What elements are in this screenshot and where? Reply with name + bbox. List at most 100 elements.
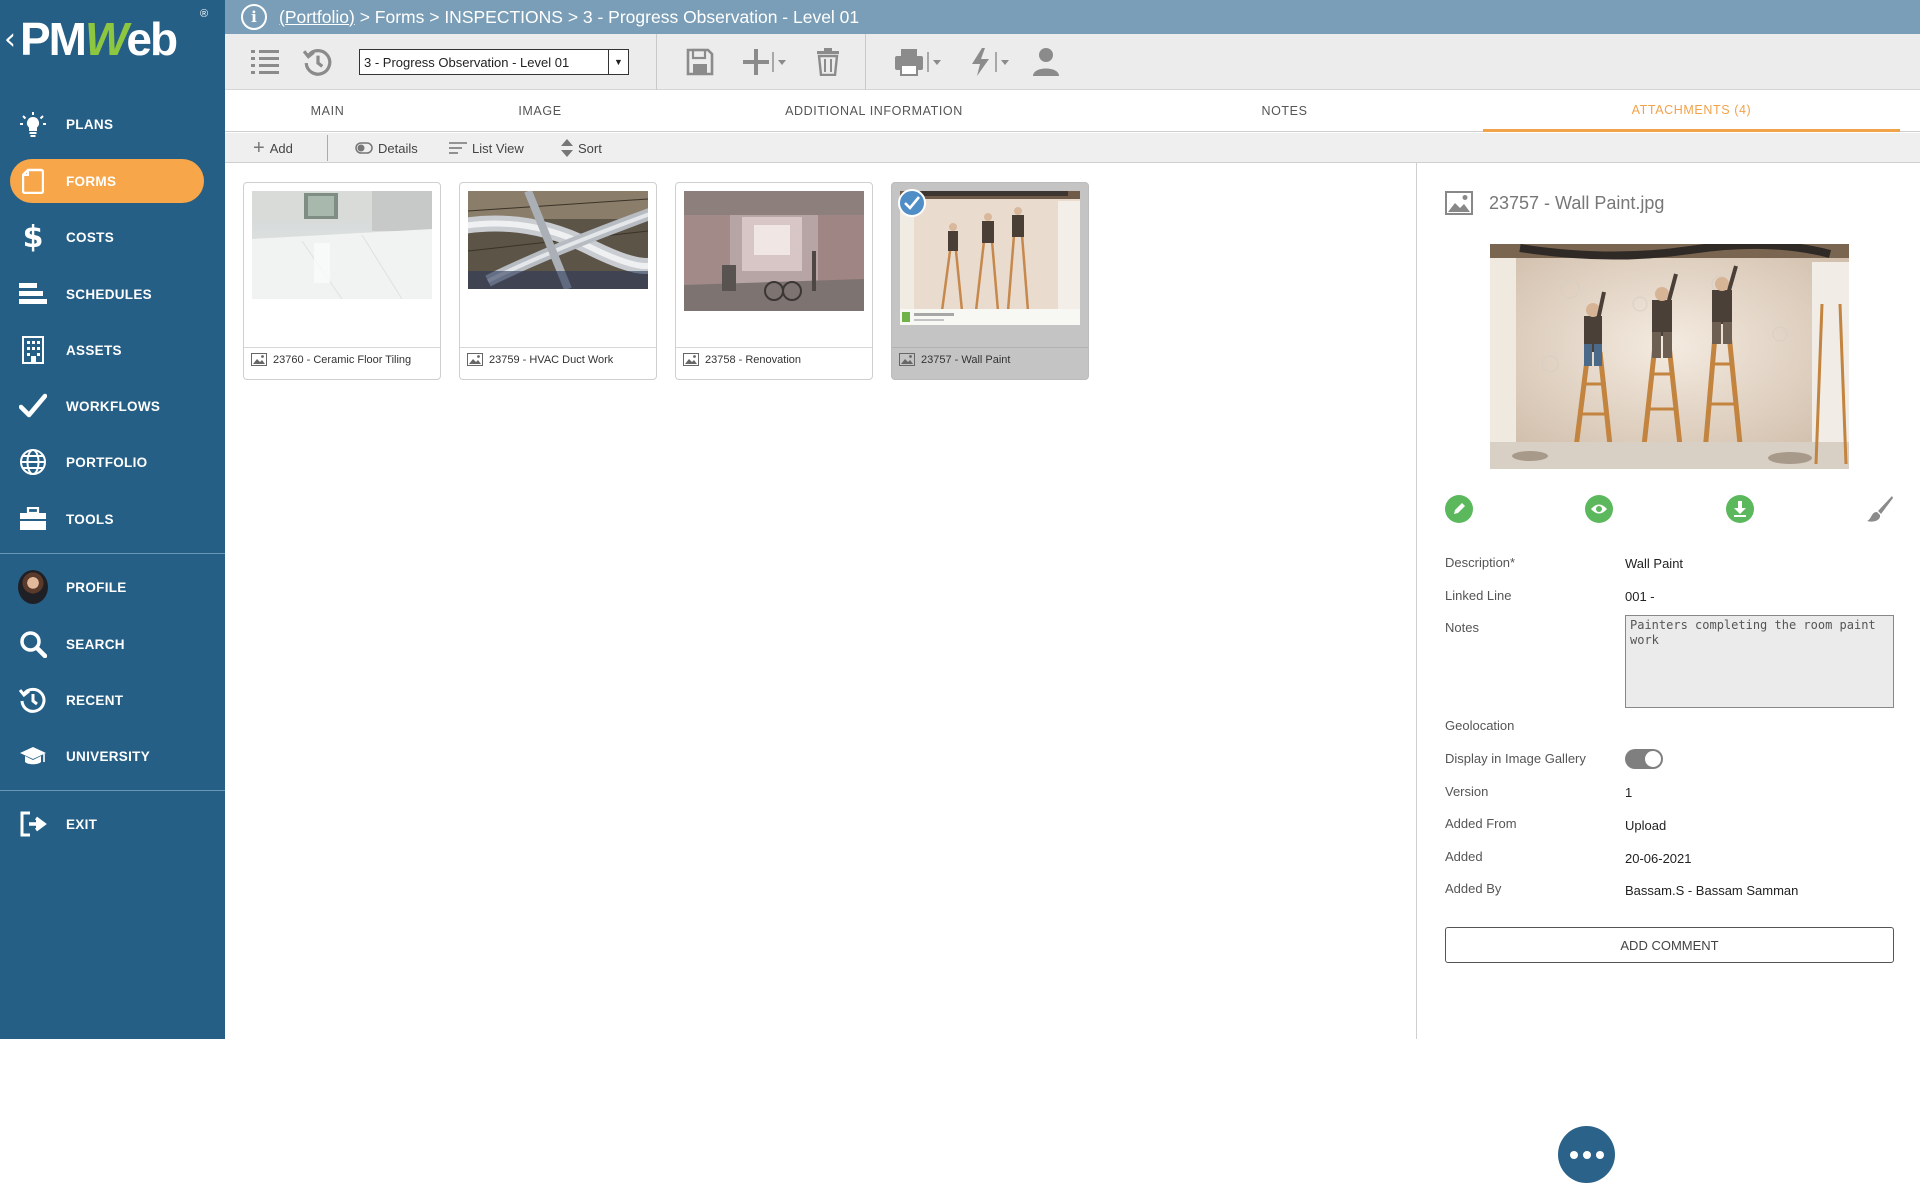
sort-button[interactable]: Sort	[561, 133, 602, 163]
geolocation-label: Geolocation	[1445, 718, 1515, 733]
linked-line-label: Linked Line	[1445, 588, 1512, 603]
attachment-detail-panel: 23757 - Wall Paint.jpg Description* Wall…	[1416, 163, 1920, 1039]
display-gallery-toggle[interactable]	[1625, 749, 1663, 769]
attachment-card[interactable]: 23758 - Renovation	[675, 182, 873, 380]
notes-field[interactable]: Painters completing the room paint work	[1625, 615, 1894, 708]
tab-bar: MAIN IMAGE ADDITIONAL INFORMATION NOTES …	[225, 90, 1920, 132]
add-comment-button[interactable]: ADD COMMENT	[1445, 927, 1894, 963]
subbar-separator	[327, 135, 328, 161]
image-file-icon	[251, 353, 267, 366]
checkmark-icon	[18, 391, 48, 421]
added-label: Added	[1445, 849, 1483, 864]
toggle-icon	[355, 142, 373, 154]
sidebar-item-portfolio[interactable]: PORTFOLIO	[0, 439, 225, 485]
history-icon	[18, 685, 48, 715]
notes-label: Notes	[1445, 620, 1479, 635]
plus-icon: +	[253, 136, 265, 159]
collapse-chevron-icon[interactable]: ‹	[4, 22, 16, 57]
attachment-caption: 23760 - Ceramic Floor Tiling	[251, 353, 411, 366]
sidebar-item-university[interactable]: UNIVERSITY	[0, 733, 225, 779]
tab-attachments[interactable]: ATTACHMENTS (4)	[1483, 90, 1900, 132]
card-divider	[676, 347, 872, 348]
dollar-icon: $	[22, 219, 44, 255]
registered-mark: ®	[200, 8, 209, 20]
info-icon[interactable]: i	[241, 4, 267, 30]
exit-icon	[18, 809, 48, 839]
sidebar-item-profile[interactable]: PROFILE	[0, 564, 225, 610]
user-icon[interactable]	[1032, 46, 1060, 78]
sidebar-item-assets[interactable]: ASSETS	[0, 327, 225, 373]
hvac-duct-photo	[468, 191, 648, 289]
sidebar-item-costs[interactable]: $ COSTS	[0, 214, 225, 260]
attachments-toolbar: + Add Details List View Sort	[225, 133, 1920, 163]
added-from-label: Added From	[1445, 816, 1517, 831]
sidebar-divider	[0, 790, 225, 791]
breadcrumb-bar: i (Portfolio) > Forms > INSPECTIONS > 3 …	[225, 0, 1920, 34]
pmweb-logo[interactable]: ‹ PMWeb ®	[0, 0, 225, 78]
ceramic-floor-photo	[252, 191, 432, 299]
form-icon	[18, 166, 48, 196]
list-numbered-icon[interactable]	[251, 46, 281, 78]
list-lines-icon	[449, 142, 467, 154]
wall-paint-photo-preview[interactable]	[1490, 244, 1849, 469]
description-value[interactable]: Wall Paint	[1625, 556, 1683, 571]
added-from-value: Upload	[1625, 818, 1667, 833]
sidebar-item-recent[interactable]: RECENT	[0, 677, 225, 723]
download-icon[interactable]	[1726, 495, 1754, 523]
breadcrumb-portfolio-link[interactable]: (Portfolio)	[279, 7, 355, 27]
history-icon[interactable]	[303, 46, 333, 78]
sidebar-item-search[interactable]: SEARCH	[0, 621, 225, 667]
list-view-button[interactable]: List View	[449, 133, 524, 163]
chevron-down-icon: ▼	[608, 50, 628, 74]
breadcrumb: (Portfolio) > Forms > INSPECTIONS > 3 - …	[279, 7, 859, 28]
quick-actions-bolt-icon[interactable]	[970, 46, 1016, 78]
image-file-icon	[1445, 191, 1473, 215]
toggle-knob	[1645, 751, 1661, 767]
card-divider	[244, 347, 440, 348]
tab-image[interactable]: IMAGE	[430, 90, 650, 132]
attachment-card[interactable]: 23759 - HVAC Duct Work	[459, 182, 657, 380]
add-attachment-button[interactable]: + Add	[253, 133, 293, 163]
toolbar-separator	[656, 34, 657, 90]
attachment-card[interactable]: 23760 - Ceramic Floor Tiling	[243, 182, 441, 380]
edit-icon[interactable]	[1445, 495, 1473, 523]
add-icon[interactable]	[742, 46, 788, 78]
save-icon[interactable]	[686, 46, 714, 78]
wall-paint-photo	[900, 191, 1080, 325]
print-icon[interactable]	[894, 46, 948, 78]
sidebar-item-forms[interactable]: FORMS	[0, 158, 225, 204]
version-value: 1	[1625, 785, 1633, 800]
checkmark-icon	[898, 189, 926, 217]
schedule-bars-icon	[18, 279, 48, 309]
record-select[interactable]: 3 - Progress Observation - Level 01 ▼	[359, 49, 629, 75]
description-label: Description*	[1445, 555, 1516, 570]
tab-additional-information[interactable]: ADDITIONAL INFORMATION	[650, 90, 1098, 132]
image-file-icon	[899, 353, 915, 366]
brand-wordmark: PMWeb	[20, 13, 178, 65]
sort-icon	[561, 139, 573, 157]
details-toggle[interactable]: Details	[355, 133, 418, 163]
detail-header: 23757 - Wall Paint.jpg	[1445, 191, 1664, 215]
annotate-brush-icon[interactable]	[1866, 495, 1894, 523]
linked-line-value[interactable]: 001 -	[1625, 589, 1655, 604]
added-by-value: Bassam.S - Bassam Samman	[1625, 883, 1799, 898]
lightbulb-icon	[18, 109, 48, 139]
sidebar-item-schedules[interactable]: SCHEDULES	[0, 271, 225, 317]
version-label: Version	[1445, 784, 1489, 799]
sidebar-item-plans[interactable]: PLANS	[0, 101, 225, 147]
sidebar-item-workflows[interactable]: WORKFLOWS	[0, 383, 225, 429]
file-name: 23757 - Wall Paint.jpg	[1489, 192, 1665, 213]
sidebar-item-exit[interactable]: EXIT	[0, 801, 225, 847]
display-gallery-label: Display in Image Gallery	[1445, 751, 1586, 766]
sidebar-item-tools[interactable]: TOOLS	[0, 496, 225, 542]
view-icon[interactable]	[1585, 495, 1613, 523]
tab-notes[interactable]: NOTES	[1098, 90, 1471, 132]
tab-main[interactable]: MAIN	[225, 90, 430, 132]
attachment-caption: 23758 - Renovation	[683, 353, 801, 366]
trash-icon[interactable]	[816, 46, 840, 78]
more-actions-button[interactable]	[1558, 1126, 1615, 1183]
toolbox-icon	[18, 504, 48, 534]
attachment-caption: 23759 - HVAC Duct Work	[467, 353, 613, 366]
attachment-card-selected[interactable]: 23757 - Wall Paint	[891, 182, 1089, 380]
card-divider	[892, 347, 1088, 348]
